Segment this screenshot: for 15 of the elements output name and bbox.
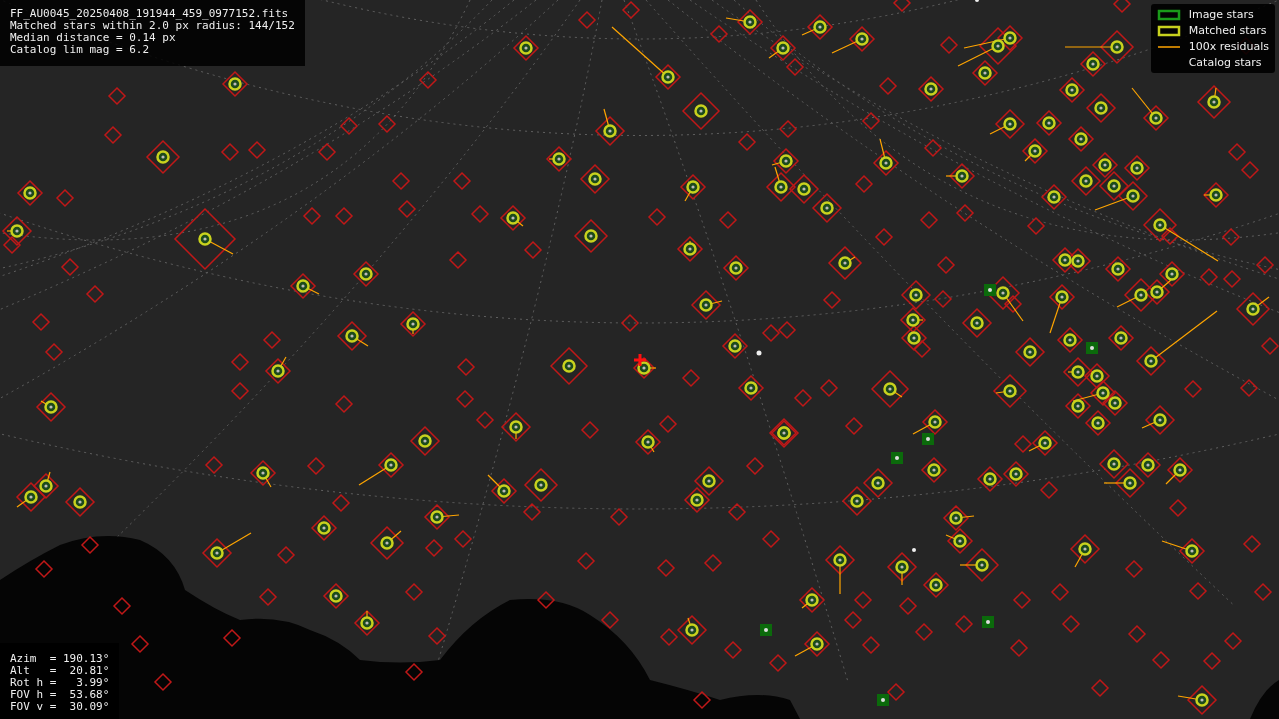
pointing-text: FOV h = 53.68° xyxy=(10,689,110,701)
info-text: Median distance = 0.14 px xyxy=(10,32,177,44)
legend-label: Image stars xyxy=(1188,8,1254,21)
pointing-text: Rot h = 3.99° xyxy=(10,677,110,689)
image-star-swatch-icon xyxy=(1156,8,1181,21)
info-text: FF_AU0045_20250408_191944_459_0977152.fits xyxy=(10,8,290,20)
pointing-text: FOV v = 30.09° xyxy=(10,701,110,713)
legend-label: 100x residuals xyxy=(1188,40,1269,53)
info-text: Matched stars within 2.0 px radius: 144/152 xyxy=(10,20,295,32)
pointing-text: Alt = 20.81° xyxy=(10,665,110,677)
pointing-text: Azim = 190.13° xyxy=(10,653,110,665)
legend-label: Catalog stars xyxy=(1188,56,1262,69)
legend-label: Matched stars xyxy=(1188,24,1267,37)
matched-star-swatch-icon xyxy=(1156,24,1181,37)
info-text: Catalog lim mag = 6.2 xyxy=(10,44,151,56)
